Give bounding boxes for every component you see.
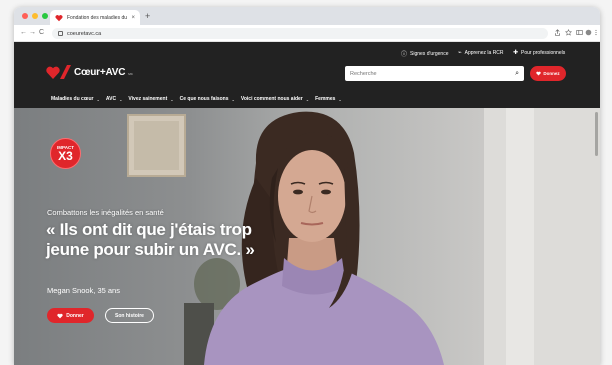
chevron-down-icon: ⌄ xyxy=(305,96,310,102)
background-wall xyxy=(484,108,600,365)
nav-item-label: Voici comment nous aider xyxy=(240,96,303,102)
browser-toolbar: ← → C coeuretavc.ca xyxy=(14,25,600,42)
header-donate-label: Donnez xyxy=(543,71,560,76)
chevron-down-icon: ⌄ xyxy=(96,96,100,102)
share-icon[interactable] xyxy=(554,29,561,36)
nav-item-label: Ce que nous faisons xyxy=(179,96,229,102)
browser-tab[interactable]: Fondation des maladies du cœ × xyxy=(50,10,140,25)
tab-title: Fondation des maladies du cœ xyxy=(67,14,128,21)
search-box[interactable]: ⌕ xyxy=(345,66,524,81)
sidebar-icon[interactable] xyxy=(576,29,583,36)
hero-kicker: Combattons les inégalités en santé xyxy=(47,208,164,217)
nav-item-how-to-help[interactable]: Voici comment nous aider ⌄ xyxy=(241,96,309,102)
background-curtain xyxy=(506,108,534,365)
main-nav: Maladies du cœur ⌄ AVC ⌄ Vivez sainement… xyxy=(51,96,342,102)
close-window-button[interactable] xyxy=(22,13,28,19)
scrollbar-thumb[interactable] xyxy=(595,112,598,156)
logo-text: Cœur+AVC xyxy=(74,66,126,78)
lock-icon xyxy=(58,31,63,36)
nav-item-what-we-do[interactable]: Ce que nous faisons ⌄ xyxy=(180,96,235,102)
new-tab-button[interactable]: + xyxy=(145,10,150,22)
nav-item-label: Maladies du cœur xyxy=(51,96,94,102)
star-icon[interactable] xyxy=(565,29,572,36)
hero-quote: « Ils ont dit que j'étais trop jeune pou… xyxy=(46,220,255,259)
utility-link-cpr[interactable]: ⌁ Apprenez la RCR xyxy=(458,49,504,57)
chevron-down-icon: ⌄ xyxy=(338,96,342,102)
info-icon: ⓘ xyxy=(401,52,408,58)
logo-trademark: MC xyxy=(128,72,133,76)
hero-donate-label: Donner xyxy=(66,312,84,319)
her-story-label: Son histoire xyxy=(115,312,144,319)
heart-slash-logo-icon xyxy=(46,65,71,79)
page-scrollbar[interactable] xyxy=(594,108,599,365)
hero-banner: IMPACT X3 Combattons les inégalités en s… xyxy=(14,108,600,365)
hero-donate-button[interactable]: Donner xyxy=(47,308,94,323)
url-text: coeuretavc.ca xyxy=(67,30,102,37)
impact-x3-badge[interactable]: IMPACT X3 xyxy=(50,138,81,169)
nav-item-heart-disease[interactable]: Maladies du cœur ⌄ xyxy=(51,96,100,102)
search-icon[interactable]: ⌕ xyxy=(515,70,519,78)
chevron-down-icon: ⌄ xyxy=(119,96,123,102)
address-bar[interactable]: coeuretavc.ca xyxy=(52,28,548,39)
badge-big-text: X3 xyxy=(58,149,73,163)
chevron-down-icon: ⌄ xyxy=(231,96,235,102)
menu-icon[interactable] xyxy=(594,29,598,36)
wall-picture-frame xyxy=(127,114,186,177)
nav-item-stroke[interactable]: AVC ⌄ xyxy=(106,96,123,102)
chevron-down-icon: ⌄ xyxy=(170,96,174,102)
forward-icon[interactable]: → xyxy=(29,28,36,38)
profile-icon[interactable] xyxy=(585,29,592,36)
hero-byline: Megan Snook, 35 ans xyxy=(47,286,120,295)
pulse-icon: ⌁ xyxy=(458,50,462,56)
browser-window: Fondation des maladies du cœ × + ← → C c… xyxy=(14,7,600,365)
nav-item-label: Vivez sainement xyxy=(128,96,168,102)
utility-link-label: Apprenez la RCR xyxy=(464,49,504,56)
tab-strip: Fondation des maladies du cœ × + xyxy=(14,7,600,25)
heart-icon xyxy=(536,71,542,76)
nav-item-label: Femmes xyxy=(315,96,336,102)
header-donate-button[interactable]: Donnez xyxy=(530,66,566,81)
back-icon[interactable]: ← xyxy=(20,28,27,38)
nav-item-label: AVC xyxy=(105,96,117,102)
plus-icon: ✚ xyxy=(513,50,519,56)
utility-link-emergency[interactable]: ⓘ Signes d'urgence xyxy=(401,49,449,59)
reload-icon[interactable]: C xyxy=(39,28,44,38)
utility-link-label: Signes d'urgence xyxy=(410,50,449,57)
maximize-window-button[interactable] xyxy=(42,13,48,19)
utility-link-professionals[interactable]: ✚ Pour professionnels xyxy=(513,49,566,57)
site-header: ⓘ Signes d'urgence ⌁ Apprenez la RCR ✚ P… xyxy=(14,42,600,108)
heart-favicon-icon xyxy=(55,14,63,21)
utility-link-label: Pour professionnels xyxy=(521,49,566,56)
nav-item-healthy-living[interactable]: Vivez sainement ⌄ xyxy=(128,96,173,102)
site-logo[interactable]: Cœur+AVC MC xyxy=(46,64,133,80)
heart-icon xyxy=(57,313,63,318)
tab-close-icon[interactable]: × xyxy=(131,15,135,21)
minimize-window-button[interactable] xyxy=(32,13,38,19)
window-controls xyxy=(22,13,48,19)
nav-item-women[interactable]: Femmes ⌄ xyxy=(315,96,342,102)
search-input[interactable] xyxy=(350,70,516,77)
her-story-button[interactable]: Son histoire xyxy=(105,308,154,323)
